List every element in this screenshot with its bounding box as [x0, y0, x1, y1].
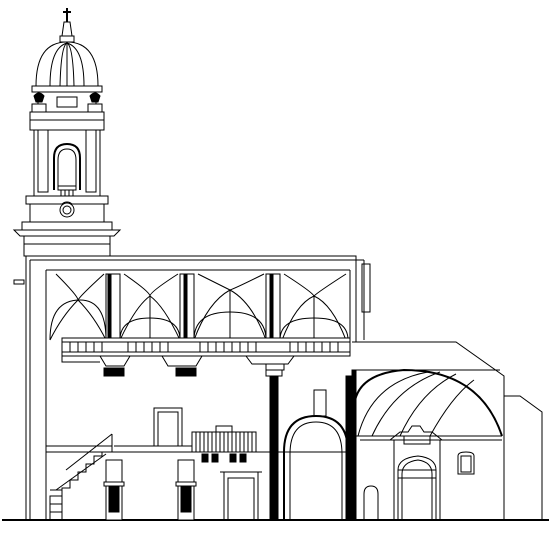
balustrade	[192, 426, 256, 452]
staircase	[50, 434, 112, 520]
portal	[390, 426, 442, 520]
arches	[266, 370, 378, 520]
dome	[32, 42, 102, 92]
annex	[504, 396, 542, 520]
side-chapel	[352, 342, 504, 520]
pillars	[104, 460, 262, 520]
lower-level	[46, 390, 350, 462]
rib-vaults	[50, 270, 350, 340]
cross-icon	[63, 8, 71, 22]
church-section-drawing	[0, 0, 551, 555]
choir-gallery	[62, 338, 350, 376]
